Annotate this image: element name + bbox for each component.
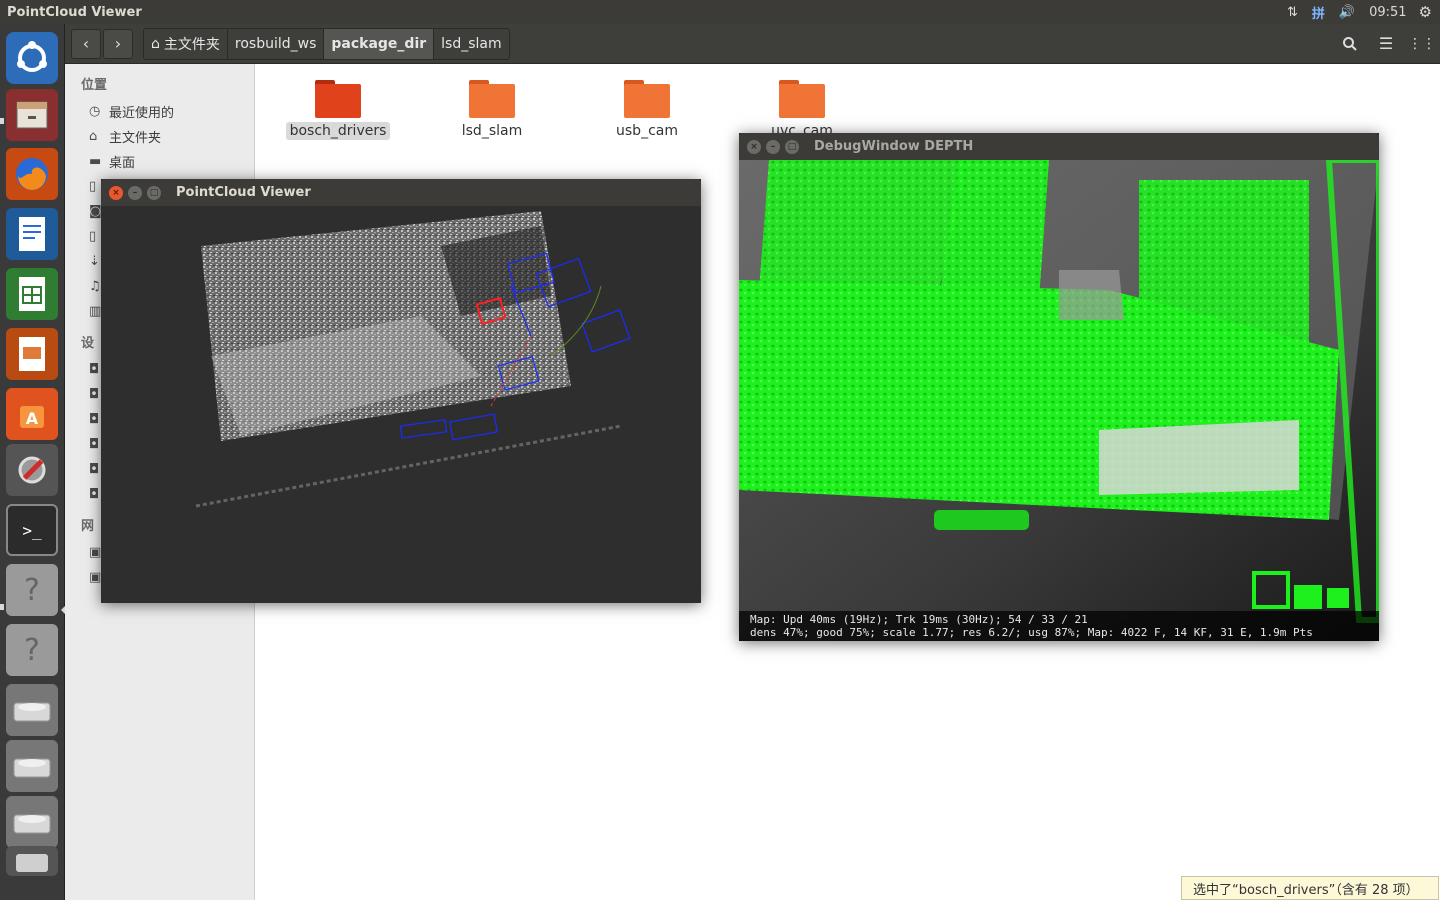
depth-overlay-patch bbox=[934, 510, 1029, 530]
desktop-folder-icon: ▬ bbox=[89, 154, 102, 169]
status-line-2: dens 47%; good 75%; scale 1.77; res 6.2/… bbox=[750, 626, 1313, 639]
sidebar-item-recent[interactable]: ◷ 最近使用的 bbox=[65, 99, 254, 124]
sidebar-item-desktop[interactable]: ▬ 桌面 bbox=[65, 149, 254, 174]
hard-drive-icon[interactable] bbox=[6, 740, 58, 792]
search-icon[interactable] bbox=[1332, 24, 1368, 64]
input-method-indicator[interactable]: 拼 bbox=[1312, 3, 1325, 22]
pointcloud-titlebar[interactable]: × – □ PointCloud Viewer bbox=[101, 179, 701, 206]
running-indicator bbox=[0, 118, 4, 124]
breadcrumb: ⌂ 主文件夹 rosbuild_ws package_dir lsd_slam bbox=[143, 27, 510, 60]
breadcrumb-package-dir[interactable]: package_dir bbox=[324, 28, 435, 59]
firefox-icon[interactable] bbox=[6, 148, 58, 200]
home-icon: ⌂ bbox=[89, 129, 98, 144]
maximize-icon[interactable]: □ bbox=[785, 139, 799, 154]
depth-status-overlay: Map: Upd 40ms (19Hz); Trk 19ms (30Hz); 5… bbox=[739, 611, 1379, 641]
file-cabinet-icon[interactable] bbox=[6, 89, 58, 141]
pointcloud-viewer-window: × – □ PointCloud Viewer bbox=[101, 179, 701, 603]
writer-document-icon[interactable] bbox=[6, 208, 58, 260]
network-indicator-icon[interactable]: ⇅ bbox=[1287, 5, 1298, 20]
depth-image[interactable]: Map: Upd 40ms (19Hz); Trk 19ms (30Hz); 5… bbox=[739, 160, 1379, 641]
hamburger-menu-icon[interactable]: ☰ bbox=[1368, 24, 1404, 64]
volume-indicator-icon[interactable]: 🔊 bbox=[1339, 5, 1355, 20]
debug-title: DebugWindow DEPTH bbox=[814, 139, 974, 154]
running-indicator bbox=[0, 604, 4, 610]
close-icon[interactable]: × bbox=[747, 139, 761, 154]
hard-drive-icon[interactable] bbox=[6, 796, 58, 848]
gear-icon[interactable]: ⚙ bbox=[1419, 3, 1432, 21]
folder-icon bbox=[624, 80, 670, 118]
ubuntu-logo-icon[interactable] bbox=[6, 32, 58, 84]
minimize-icon[interactable]: – bbox=[766, 139, 780, 154]
debug-depth-window: × – □ DebugWindow DEPTH Map: Upd 40ms (1… bbox=[739, 133, 1379, 641]
status-line-1: Map: Upd 40ms (19Hz); Trk 19ms (30Hz); 5… bbox=[750, 613, 1088, 626]
folder-lsd-slam[interactable]: lsd_slam bbox=[437, 80, 547, 140]
sidebar-item-home[interactable]: ⌂ 主文件夹 bbox=[65, 124, 254, 149]
svg-text:A: A bbox=[26, 409, 39, 428]
folder-icon bbox=[779, 80, 825, 118]
back-button[interactable]: ‹ bbox=[71, 28, 101, 59]
impress-presentation-icon[interactable] bbox=[6, 328, 58, 380]
home-icon: ⌂ bbox=[151, 35, 160, 52]
hard-drive-icon[interactable] bbox=[6, 684, 58, 736]
clock-icon: ◷ bbox=[89, 104, 101, 119]
breadcrumb-rosbuild-ws[interactable]: rosbuild_ws bbox=[228, 28, 325, 59]
folder-uvc-cam[interactable]: uvc_cam bbox=[747, 80, 857, 140]
question-icon[interactable]: ? bbox=[6, 624, 58, 676]
maximize-icon[interactable]: □ bbox=[147, 185, 161, 200]
trash-icon[interactable] bbox=[6, 846, 58, 876]
close-icon[interactable]: × bbox=[109, 185, 123, 200]
grid-view-icon[interactable]: ⋮⋮ bbox=[1404, 24, 1440, 64]
breadcrumb-lsd-slam[interactable]: lsd_slam bbox=[434, 29, 508, 59]
selection-status: 选中了“bosch_drivers”（含有 28 项） bbox=[1181, 876, 1439, 900]
pointcloud-title: PointCloud Viewer bbox=[176, 185, 311, 200]
point-cloud-canvas[interactable] bbox=[101, 206, 701, 603]
folder-icon bbox=[315, 80, 361, 118]
terminal-icon[interactable]: >_ bbox=[6, 504, 58, 556]
minimize-icon[interactable]: – bbox=[128, 185, 142, 200]
calc-spreadsheet-icon[interactable] bbox=[6, 268, 58, 320]
folder-icon bbox=[469, 80, 515, 118]
breadcrumb-home[interactable]: ⌂ 主文件夹 bbox=[144, 28, 228, 59]
debug-titlebar[interactable]: × – □ DebugWindow DEPTH bbox=[739, 133, 1379, 160]
window-title: PointCloud Viewer bbox=[7, 4, 142, 20]
folder-usb-cam[interactable]: usb_cam bbox=[592, 80, 702, 140]
settings-tools-icon[interactable] bbox=[6, 444, 58, 496]
top-panel: PointCloud Viewer ⇅ 拼 🔊 09:51 ⚙ bbox=[0, 0, 1440, 24]
folder-bosch-drivers[interactable]: bosch_drivers bbox=[283, 80, 393, 140]
file-manager-toolbar: ‹ › ⌂ 主文件夹 rosbuild_ws package_dir lsd_sl… bbox=[65, 24, 1440, 64]
question-icon[interactable]: ? bbox=[6, 564, 58, 616]
forward-button[interactable]: › bbox=[103, 28, 133, 59]
software-center-icon[interactable]: A bbox=[6, 388, 58, 440]
launcher: A >_ ? ? bbox=[0, 24, 65, 900]
clock[interactable]: 09:51 bbox=[1369, 5, 1406, 20]
places-heading: 位置 bbox=[81, 78, 108, 93]
